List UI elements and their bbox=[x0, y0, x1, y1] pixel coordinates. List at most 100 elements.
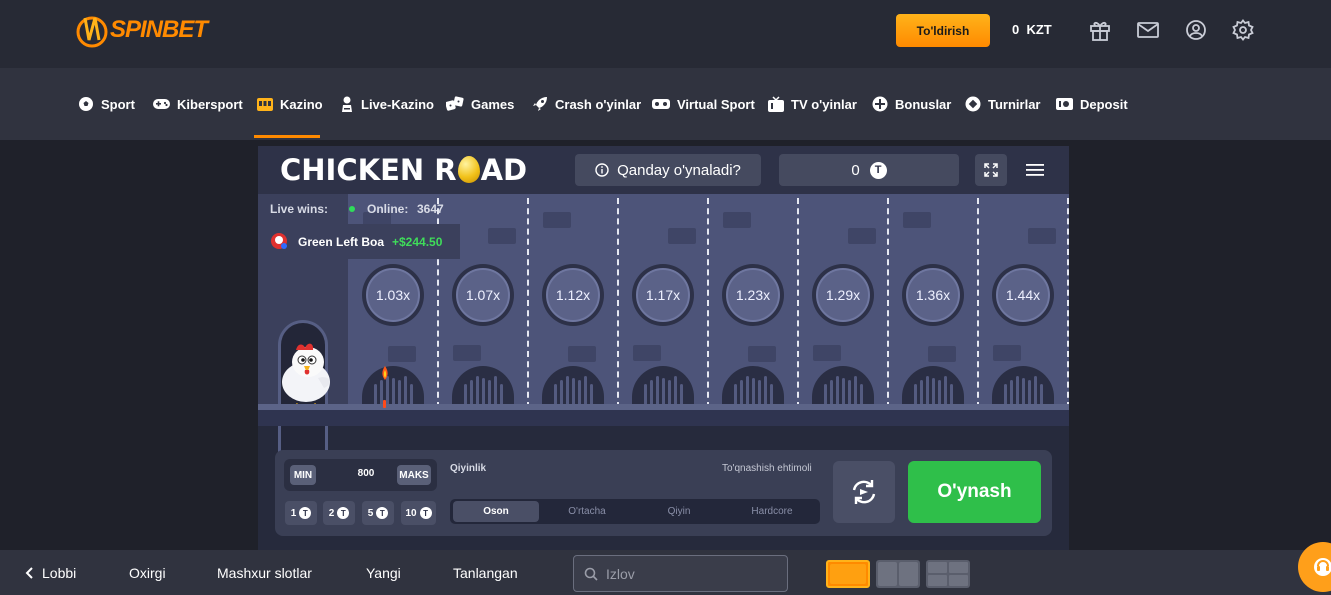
bet-amount-value[interactable]: 800 bbox=[346, 468, 386, 479]
auto-play-button[interactable] bbox=[833, 461, 895, 523]
spinbet-logo[interactable]: SPINBET bbox=[76, 10, 208, 50]
nav-item-label: Turnirlar bbox=[988, 96, 1041, 112]
live-win-entry: Green Left Boa +$244.50 bbox=[258, 224, 460, 259]
nav-item-label: TV o'yinlar bbox=[791, 96, 857, 112]
road-brick bbox=[388, 346, 416, 362]
difficulty-label: Qiyinlik bbox=[450, 463, 487, 474]
balance-amount: 0 bbox=[1012, 22, 1020, 37]
road-brick bbox=[813, 345, 841, 361]
difficulty-option-medium[interactable]: O'rtacha bbox=[543, 501, 631, 522]
live-wins-panel: Live wins: Online: 3647 Green Left Boa +… bbox=[258, 194, 460, 259]
game-menu-button[interactable] bbox=[1019, 154, 1051, 186]
multiplier-coin[interactable]: 1.03x bbox=[362, 264, 424, 326]
vr-icon bbox=[652, 99, 670, 109]
game-frame[interactable]: CHICKEN R AD Qanday o'ynaladi? 0 T 1.03x… bbox=[258, 146, 1069, 550]
multiplier-coin[interactable]: 1.17x bbox=[632, 264, 694, 326]
live-wins-label: Live wins: bbox=[270, 202, 329, 216]
balance-currency: KZT bbox=[1026, 22, 1052, 37]
top-header: SPINBET To'ldirish 0 KZT bbox=[0, 0, 1331, 68]
rocket-icon bbox=[533, 97, 547, 111]
nav-item-deposit[interactable]: Deposit bbox=[1056, 68, 1128, 140]
chip-5[interactable]: 5T bbox=[362, 501, 394, 525]
chip-1[interactable]: 1T bbox=[285, 501, 317, 525]
layout-split-button[interactable] bbox=[876, 560, 920, 588]
search-box bbox=[573, 555, 788, 592]
chip-10[interactable]: 10 T bbox=[401, 501, 436, 525]
nav-item-crash[interactable]: Crash o'yinlar bbox=[532, 68, 641, 140]
road-brick bbox=[748, 346, 776, 362]
multiplier-coin[interactable]: 1.07x bbox=[452, 264, 514, 326]
multiplier-coin[interactable]: 1.36x bbox=[902, 264, 964, 326]
game-title: CHICKEN R AD bbox=[280, 153, 527, 187]
bonus-icon bbox=[872, 96, 888, 112]
layout-grid-button[interactable] bbox=[926, 560, 970, 588]
nav-item-games[interactable]: Games bbox=[446, 68, 514, 140]
multiplier-coin[interactable]: 1.23x bbox=[722, 264, 784, 326]
nav-item-label: Live-Kazino bbox=[361, 96, 434, 112]
road-brick bbox=[928, 346, 956, 362]
play-button[interactable]: O'ynash bbox=[908, 461, 1041, 523]
tab-mashxur-slotlar[interactable]: Mashxur slotlar bbox=[217, 550, 312, 595]
soccer-ball-icon bbox=[79, 97, 93, 111]
chip-label: 1 bbox=[290, 507, 297, 519]
nav-item-label: Virtual Sport bbox=[677, 96, 755, 112]
difficulty-option-hard[interactable]: Qiyin bbox=[635, 501, 723, 522]
tab-tanlangan[interactable]: Tanlangan bbox=[453, 550, 518, 595]
deposit-button[interactable]: To'ldirish bbox=[896, 14, 990, 47]
avatar bbox=[271, 233, 287, 249]
min-bet-button[interactable]: MIN bbox=[290, 465, 316, 485]
settings-icon[interactable] bbox=[1231, 18, 1255, 42]
nav-item-tv[interactable]: TV o'yinlar bbox=[768, 68, 857, 140]
nav-item-live-kazino[interactable]: Live-Kazino bbox=[340, 68, 434, 140]
sewer-grate bbox=[542, 366, 604, 404]
multiplier-value: 1.29x bbox=[816, 268, 870, 322]
road-brick bbox=[543, 212, 571, 228]
golden-egg-icon bbox=[457, 156, 480, 183]
nav-item-kibersport[interactable]: Kibersport bbox=[153, 68, 243, 140]
tab-yangi[interactable]: Yangi bbox=[366, 550, 401, 595]
chip-2[interactable]: 2T bbox=[323, 501, 355, 525]
currency-coin-icon: T bbox=[869, 161, 887, 179]
nav-item-bonuslar[interactable]: Bonuslar bbox=[872, 68, 951, 140]
multiplier-coin[interactable]: 1.12x bbox=[542, 264, 604, 326]
logo-text: SPINBET bbox=[110, 16, 208, 43]
live-wins-header: Live wins: Online: 3647 bbox=[258, 194, 460, 224]
how-to-play-button[interactable]: Qanday o'ynaladi? bbox=[575, 154, 761, 186]
user-icon[interactable] bbox=[1184, 18, 1208, 42]
road-lane: 1.36x bbox=[888, 194, 978, 410]
tab-oxirgi[interactable]: Oxirgi bbox=[129, 550, 166, 595]
max-bet-button[interactable]: MAKS bbox=[397, 465, 431, 485]
multiplier-value: 1.07x bbox=[456, 268, 510, 322]
nav-item-virtual-sport[interactable]: Virtual Sport bbox=[652, 68, 755, 140]
layout-single-button[interactable] bbox=[826, 560, 870, 588]
nav-item-turnirlar[interactable]: Turnirlar bbox=[965, 68, 1041, 140]
gift-icon[interactable] bbox=[1088, 18, 1112, 42]
sewer-grate bbox=[632, 366, 694, 404]
fullscreen-button[interactable] bbox=[975, 154, 1007, 186]
search-input[interactable] bbox=[606, 565, 766, 582]
currency-coin-icon: T bbox=[299, 507, 312, 519]
deposit-icon bbox=[1056, 98, 1073, 110]
chip-label: 5 bbox=[367, 507, 374, 519]
nav-item-kazino[interactable]: Kazino bbox=[257, 68, 323, 140]
road-brick bbox=[668, 228, 696, 244]
hamburger-icon bbox=[1026, 164, 1044, 176]
multiplier-value: 1.44x bbox=[996, 268, 1050, 322]
game-title-part-a: CHICKEN R bbox=[280, 153, 457, 187]
winner-amount: +$244.50 bbox=[392, 234, 443, 249]
chip-label: 2 bbox=[328, 507, 335, 519]
road-brick bbox=[903, 212, 931, 228]
difficulty-option-hardcore[interactable]: Hardcore bbox=[727, 501, 817, 522]
logo-mark-icon bbox=[76, 16, 108, 48]
road-brick bbox=[633, 345, 661, 361]
multiplier-coin[interactable]: 1.44x bbox=[992, 264, 1054, 326]
nav-item-sport[interactable]: Sport bbox=[78, 68, 135, 140]
mail-icon[interactable] bbox=[1136, 18, 1160, 42]
winner-name: Green Left Boa bbox=[298, 234, 385, 249]
road-lane: 1.29x bbox=[798, 194, 888, 410]
multiplier-coin[interactable]: 1.29x bbox=[812, 264, 874, 326]
grid-layout-icon bbox=[928, 562, 947, 573]
lobby-button[interactable]: Lobbi bbox=[24, 550, 76, 595]
difficulty-option-easy[interactable]: Oson bbox=[453, 501, 539, 522]
how-to-play-label: Qanday o'ynaladi? bbox=[617, 161, 741, 179]
